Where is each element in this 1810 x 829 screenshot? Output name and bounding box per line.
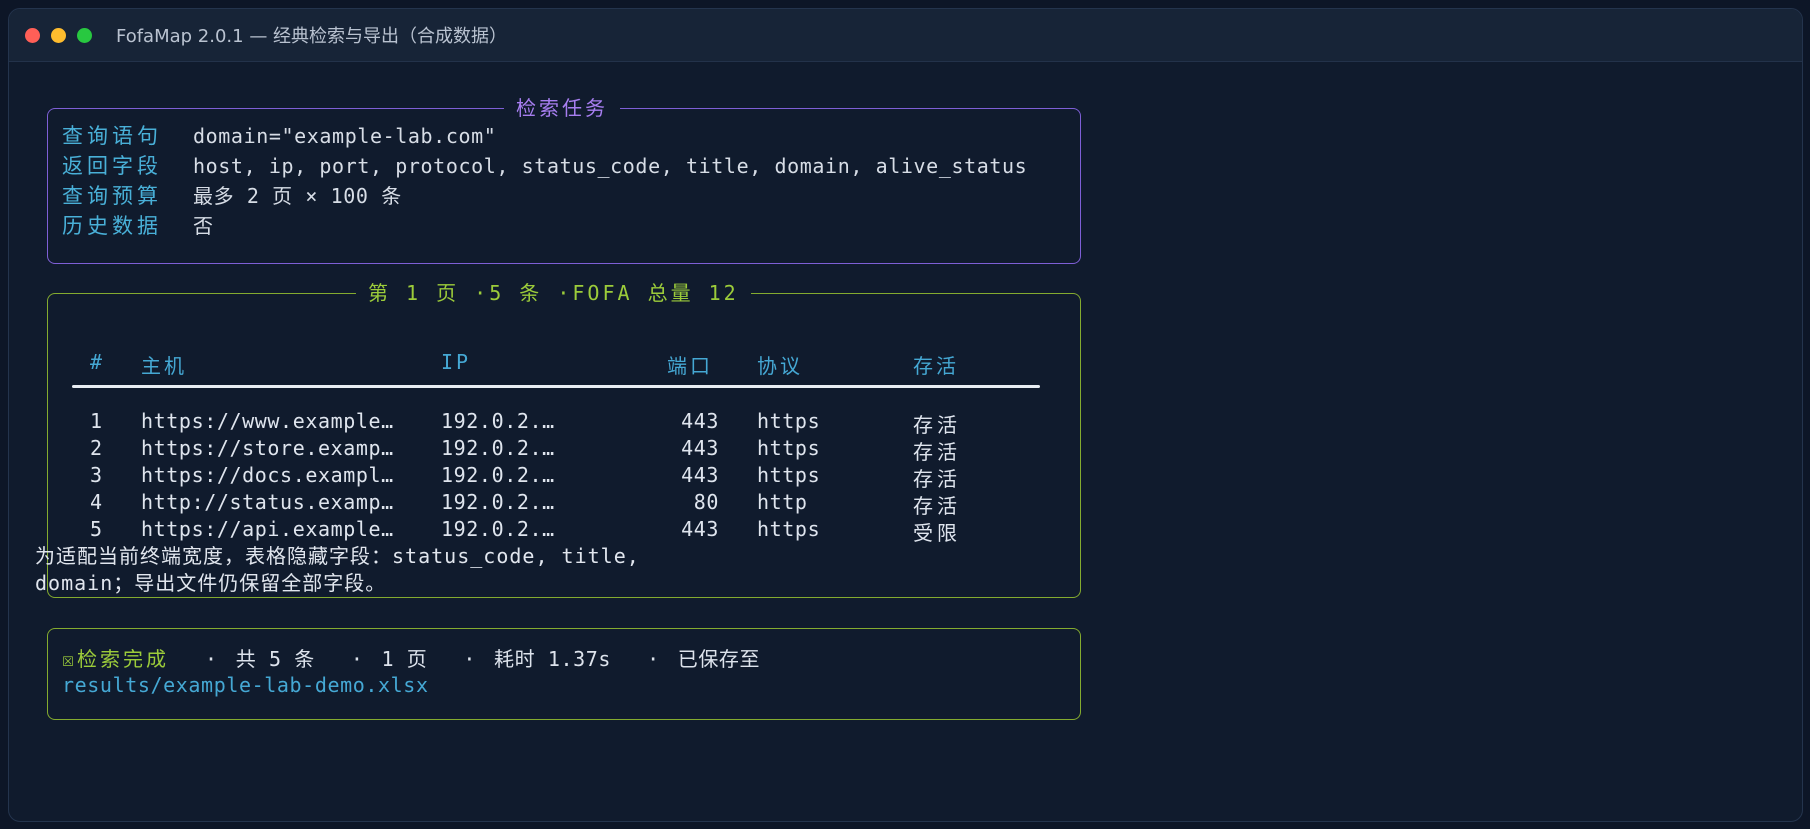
title-bar: FofaMap 2.0.1 — 经典检索与导出（合成数据）: [9, 9, 1802, 62]
column-header-index: #: [90, 350, 106, 374]
task-key: 查询预算: [62, 184, 162, 208]
row-host: http://status.examp…: [141, 490, 394, 514]
table-header-rule: [72, 385, 1040, 388]
hidden-fields-note-line-1: 为适配当前终端宽度，表格隐藏字段：status_code, title,: [35, 544, 640, 568]
row-protocol: http: [757, 490, 808, 514]
task-panel: 检索任务 查询语句 domain="example-lab.com" 返回字段 ho…: [47, 92, 1081, 264]
row-alive-status: 存活: [913, 413, 961, 437]
completion-panel: ☒检索完成 · 共 5 条 · 1 页 · 耗时 1.37s · 已保存至 results/ex…: [47, 628, 1081, 720]
row-index: 5: [90, 517, 103, 541]
row-ip: 192.0.2.…: [441, 517, 555, 541]
task-row-history: 历史数据 否: [62, 211, 214, 241]
saved-label: 已保存至: [677, 647, 761, 671]
row-index: 2: [90, 436, 103, 460]
task-value: domain="example-lab.com": [193, 124, 497, 148]
task-value: host, ip, port, protocol, status_code, t…: [193, 154, 1028, 178]
task-row-fields: 返回字段 host, ip, port, protocol, status_cod…: [62, 151, 1027, 181]
completion-status: ☒检索完成: [62, 647, 170, 671]
task-key: 历史数据: [62, 214, 162, 238]
column-header-alive: 存活: [913, 354, 959, 378]
row-port: 443: [681, 517, 719, 541]
row-protocol: https: [757, 436, 821, 460]
row-ip: 192.0.2.…: [441, 463, 555, 487]
separator-dot: ·: [205, 647, 218, 671]
maximize-window-button[interactable]: [77, 28, 92, 43]
column-header-protocol: 协议: [757, 354, 803, 378]
table-row[interactable]: 2 https://store.examp… 192.0.2.… 443 htt…: [48, 436, 1080, 464]
task-row-budget: 查询预算 最多 2 页 × 100 条: [62, 181, 402, 211]
row-alive-status: 受限: [913, 521, 961, 545]
row-index: 3: [90, 463, 103, 487]
row-alive-status: 存活: [913, 467, 961, 491]
row-host: https://docs.exampl…: [141, 463, 394, 487]
terminal-window: FofaMap 2.0.1 — 经典检索与导出（合成数据） 检索任务 查询语句 d…: [8, 8, 1803, 822]
task-panel-title: 检索任务: [504, 92, 620, 121]
task-row-query: 查询语句 domain="example-lab.com": [62, 121, 496, 151]
terminal-content: 检索任务 查询语句 domain="example-lab.com" 返回字段 ho…: [9, 62, 1802, 821]
total-count: 共 5 条: [235, 647, 315, 671]
row-host: https://store.examp…: [141, 436, 394, 460]
results-panel-title: 第 1 页 ·5 条 ·FOFA 总量 12: [356, 277, 751, 306]
column-header-ip: IP: [441, 350, 472, 374]
row-alive-status: 存活: [913, 494, 961, 518]
hidden-fields-note-line-2: domain；导出文件仍保留全部字段。: [35, 571, 387, 595]
output-file-path[interactable]: results/example-lab-demo.xlsx: [62, 673, 429, 697]
row-port: 443: [681, 409, 719, 433]
separator-dot: ·: [463, 647, 477, 671]
task-key: 查询语句: [62, 124, 162, 148]
column-header-host: 主机: [141, 354, 187, 378]
row-ip: 192.0.2.…: [441, 409, 555, 433]
task-key: 返回字段: [62, 154, 162, 178]
table-row[interactable]: 4 http://status.examp… 192.0.2.… 80 http…: [48, 490, 1080, 518]
close-window-button[interactable]: [25, 28, 40, 43]
row-port: 80: [693, 490, 719, 514]
row-host: https://www.example…: [141, 409, 394, 433]
row-alive-status: 存活: [913, 440, 961, 464]
page-count: 1 页: [381, 647, 428, 671]
row-port: 443: [681, 463, 719, 487]
row-port: 443: [681, 436, 719, 460]
row-host: https://api.example…: [141, 517, 394, 541]
table-row[interactable]: 1 https://www.example… 192.0.2.… 443 htt…: [48, 409, 1080, 437]
row-protocol: https: [757, 409, 821, 433]
row-index: 4: [90, 490, 103, 514]
row-ip: 192.0.2.…: [441, 490, 555, 514]
table-row[interactable]: 3 https://docs.exampl… 192.0.2.… 443 htt…: [48, 463, 1080, 491]
elapsed-time: 耗时 1.37s: [494, 647, 612, 671]
task-value: 否: [193, 214, 214, 238]
completion-summary: ☒检索完成 · 共 5 条 · 1 页 · 耗时 1.37s · 已保存至: [62, 643, 760, 672]
window-title: FofaMap 2.0.1 — 经典检索与导出（合成数据）: [116, 26, 508, 47]
row-ip: 192.0.2.…: [441, 436, 555, 460]
column-header-port: 端口: [667, 354, 713, 378]
row-protocol: https: [757, 463, 821, 487]
minimize-window-button[interactable]: [51, 28, 66, 43]
separator-dot: ·: [350, 647, 364, 671]
row-protocol: https: [757, 517, 821, 541]
task-value: 最多 2 页 × 100 条: [193, 184, 402, 208]
separator-dot: ·: [647, 647, 660, 671]
row-index: 1: [90, 409, 103, 433]
